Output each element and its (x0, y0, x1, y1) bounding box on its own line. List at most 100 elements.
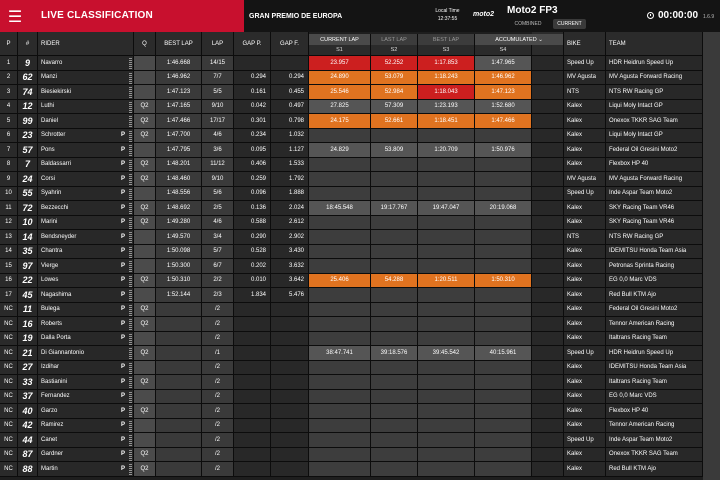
rider-number: 37 (18, 389, 38, 404)
sector-time-4 (475, 404, 532, 419)
track-dots-icon (129, 420, 132, 433)
sector-tab-best-lap[interactable]: BEST LAP (418, 34, 475, 45)
team-name: Red Bull KTM Ajo (606, 288, 703, 303)
track-dots-icon (129, 290, 132, 302)
qualifying-flag: Q2 (134, 157, 156, 172)
lap-count: /2 (202, 418, 234, 433)
sector-label-1: S1 (309, 45, 371, 56)
qualifying-flag (134, 360, 156, 375)
sector-tab-current-lap[interactable]: CURRENT LAP (309, 34, 371, 45)
gap-previous: 0.290 (234, 230, 271, 245)
sector-time-3 (418, 215, 475, 230)
sector-time-4 (475, 244, 532, 259)
track-dots-icon (129, 319, 132, 331)
top-bar: ☰ LIVE CLASSIFICATION GRAN PREMIO DE EUR… (0, 0, 720, 32)
track-dots-icon (129, 217, 132, 230)
speed-cell (532, 259, 564, 274)
position-cell: NC (0, 447, 18, 462)
lap-count: 9/10 (202, 99, 234, 114)
sector-time-1 (309, 317, 371, 332)
rider-number: 40 (18, 404, 38, 419)
gap-previous: 0.136 (234, 201, 271, 216)
qualifying-flag (134, 433, 156, 448)
gap-first: 1.127 (271, 143, 309, 158)
position-cell: 1 (0, 56, 18, 71)
sector-time-1 (309, 259, 371, 274)
version-label: 1.6.9 (703, 14, 715, 20)
bike-name: Kalex (564, 259, 606, 274)
bike-name: Speed Up (564, 346, 606, 361)
sector-time-4 (475, 157, 532, 172)
rider-number: 74 (18, 85, 38, 100)
rider-number: 16 (18, 317, 38, 332)
sector-time-1 (309, 404, 371, 419)
sector-time-2 (371, 404, 418, 419)
gap-first: 0.455 (271, 85, 309, 100)
position-cell: NC (0, 418, 18, 433)
sector-tab-last-lap[interactable]: LAST LAP (371, 34, 418, 45)
gap-previous: 0.528 (234, 244, 271, 259)
menu-button[interactable]: ☰ (0, 0, 30, 32)
track-dots-icon (129, 391, 132, 404)
pit-flag: P (120, 262, 125, 269)
pit-flag: P (120, 233, 125, 240)
combined-toggle[interactable]: COMBINED (507, 19, 549, 29)
rider-name: Chantra P (38, 244, 134, 259)
lap-count: /2 (202, 302, 234, 317)
sector-time-1 (309, 447, 371, 462)
pit-flag: P (120, 393, 125, 400)
sector-time-1 (309, 157, 371, 172)
bike-name: Kalex (564, 157, 606, 172)
rider-name: Dalla Porta P (38, 331, 134, 346)
bike-name: Kalex (564, 462, 606, 477)
rider-number: 24 (18, 172, 38, 187)
bike-name: Speed Up (564, 56, 606, 71)
lap-count: /2 (202, 462, 234, 477)
pit-flag: P (120, 146, 125, 153)
speed-cell (532, 99, 564, 114)
track-dots-icon (129, 449, 132, 462)
sector-time-1 (309, 360, 371, 375)
current-toggle[interactable]: CURRENT (553, 19, 586, 29)
local-time: Local Time 12:37:55 (425, 7, 470, 23)
sector-tab-accumulated[interactable]: ACCUMULATED ⌄ (475, 34, 564, 45)
sector-time-3 (418, 172, 475, 187)
sector-time-2: 54.288 (371, 273, 418, 288)
team-name: Tennor American Racing (606, 317, 703, 332)
rider-name: Izdihar P (38, 360, 134, 375)
clock-icon (647, 12, 654, 19)
side-strip[interactable] (703, 32, 720, 480)
sector-time-1: 38:47.741 (309, 346, 371, 361)
speed-cell (532, 462, 564, 477)
sector-time-2: 52.984 (371, 85, 418, 100)
rider-number: 44 (18, 433, 38, 448)
pit-flag: P (120, 335, 125, 342)
qualifying-flag: Q2 (134, 114, 156, 129)
sector-time-4: 1:50.976 (475, 143, 532, 158)
lap-count: /2 (202, 447, 234, 462)
gap-first (271, 360, 309, 375)
sector-time-2 (371, 186, 418, 201)
sector-time-3 (418, 259, 475, 274)
position-cell: NC (0, 317, 18, 332)
bike-name: Kalex (564, 317, 606, 332)
bike-name: Kalex (564, 418, 606, 433)
header-bike: BIKE (564, 32, 606, 56)
pit-flag: P (120, 422, 125, 429)
gap-first: 1.032 (271, 128, 309, 143)
sector-time-2 (371, 433, 418, 448)
pit-flag: P (120, 132, 125, 139)
gap-previous (234, 302, 271, 317)
best-lap: 1:47.466 (156, 114, 202, 129)
track-dots-icon (129, 203, 132, 215)
sector-time-3: 19:47.047 (418, 201, 475, 216)
rider-number: 27 (18, 360, 38, 375)
rider-name: Luthi (38, 99, 134, 114)
sector-time-1 (309, 302, 371, 317)
sector-time-2 (371, 259, 418, 274)
rider-number: 99 (18, 114, 38, 129)
sector-time-1 (309, 331, 371, 346)
gap-previous: 0.294 (234, 70, 271, 85)
rider-number: 14 (18, 230, 38, 245)
sector-time-4: 20:19.068 (475, 201, 532, 216)
